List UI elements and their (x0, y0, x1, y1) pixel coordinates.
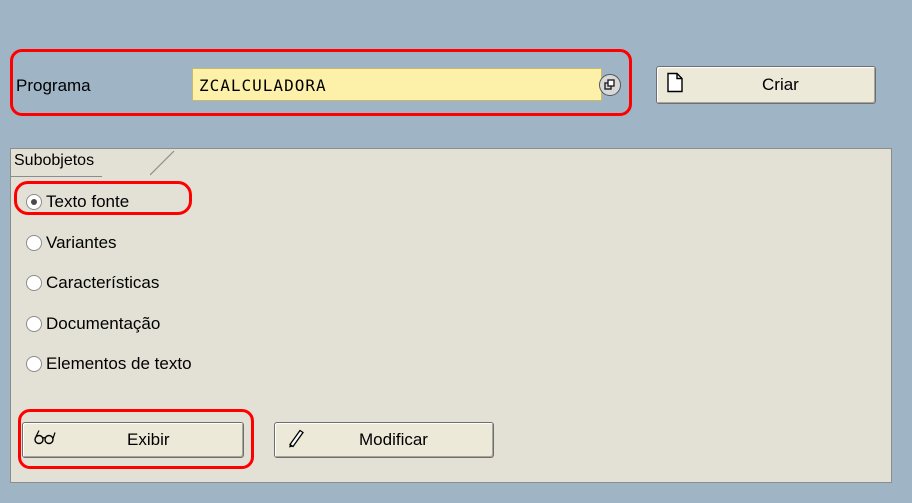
radio-button[interactable] (26, 316, 42, 332)
search-help-icon[interactable] (599, 74, 621, 96)
radio-label: Texto fonte (46, 192, 130, 211)
tab-edge (150, 150, 175, 176)
radio-elementos-de-texto[interactable]: Elementos de texto (26, 354, 192, 374)
radio-variantes[interactable]: Variantes (26, 233, 117, 253)
sap-screen: Programa ZCALCULADORA Criar Subobjetos T… (0, 0, 912, 503)
glasses-icon (33, 430, 57, 451)
radio-label: Variantes (46, 233, 117, 252)
radio-button[interactable] (26, 356, 42, 372)
display-button[interactable]: Exibir (22, 422, 244, 458)
radio-button[interactable] (26, 275, 42, 291)
radio-button[interactable] (26, 235, 42, 251)
program-label: Programa (16, 76, 91, 95)
radio-texto-fonte[interactable]: Texto fonte (26, 192, 129, 212)
radio-label: Documentação (46, 314, 161, 333)
create-button[interactable]: Criar (656, 66, 876, 104)
radio-documentacao[interactable]: Documentação (26, 314, 160, 334)
display-button-label: Exibir (127, 430, 170, 449)
pencil-icon (287, 428, 305, 453)
radio-label: Características (46, 273, 160, 292)
radio-button-selected[interactable] (26, 194, 42, 210)
subobjects-title: Subobjetos (10, 150, 103, 177)
program-input[interactable]: ZCALCULADORA (192, 68, 602, 101)
modify-button-label: Modificar (359, 430, 428, 449)
create-button-label: Criar (762, 75, 799, 94)
new-document-icon (667, 72, 683, 98)
modify-button[interactable]: Modificar (274, 422, 494, 458)
radio-label: Elementos de texto (46, 354, 192, 373)
radio-caracteristicas[interactable]: Características (26, 273, 159, 293)
